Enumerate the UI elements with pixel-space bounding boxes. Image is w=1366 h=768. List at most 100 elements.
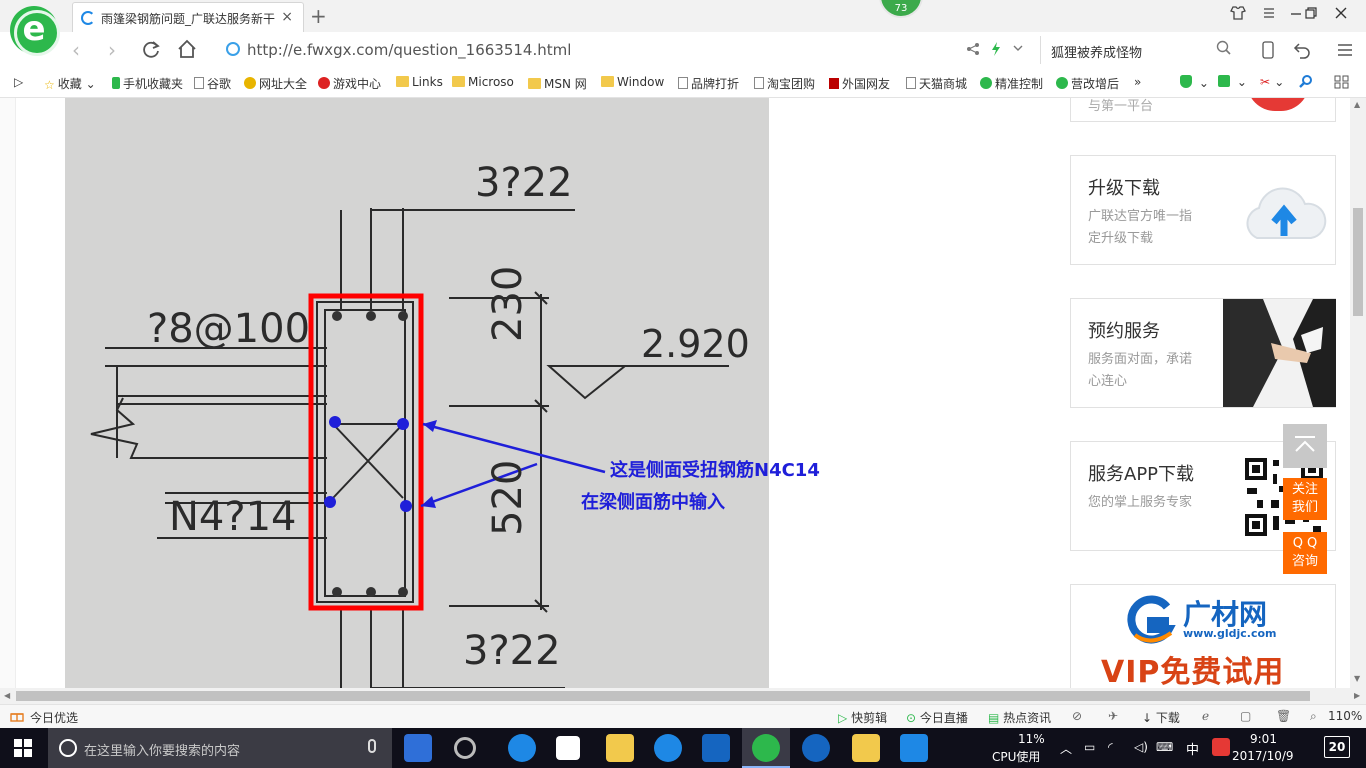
gldjc-ad-card[interactable]: 广材网 www.gldjc.com VIP免费试用 — [1070, 584, 1336, 688]
menu-icon[interactable] — [1262, 6, 1276, 24]
home-icon[interactable] — [176, 38, 198, 65]
zoom-search-icon[interactable] — [1298, 75, 1314, 92]
window-icon[interactable]: ▢ — [1240, 709, 1251, 723]
horizontal-scrollbar[interactable]: ◀ ▶ — [0, 688, 1366, 704]
bookmark-item[interactable]: 品牌打折 — [678, 75, 739, 92]
lightning-icon[interactable] — [990, 41, 1002, 60]
bookmark-item[interactable]: 天猫商城 — [906, 75, 967, 92]
bookmark-item[interactable]: 淘宝团购 — [754, 75, 815, 92]
sogou-icon[interactable] — [1212, 738, 1230, 756]
bookmark-item[interactable]: 营改增后 — [1056, 75, 1119, 92]
bookmark-item[interactable]: 手机收藏夹 — [112, 75, 183, 92]
partial-card[interactable]: 与第一平台 — [1070, 98, 1336, 122]
reload-icon[interactable] — [140, 38, 162, 65]
bookmark-item[interactable]: 精准控制 — [980, 75, 1043, 92]
vertical-scrollbar[interactable]: ▲ ▼ — [1350, 98, 1366, 688]
folder-icon — [601, 76, 614, 87]
glodon-icon[interactable] — [702, 734, 730, 762]
taskbar-search-box[interactable]: 在这里输入你要搜索的内容 — [48, 728, 392, 768]
bookmark-item[interactable]: 外国网友 — [829, 75, 890, 92]
battery-icon[interactable]: ▭ — [1084, 740, 1095, 754]
zoom-icon[interactable]: ⌕ — [1310, 709, 1317, 724]
trash-icon[interactable]: 🗑 — [1276, 709, 1291, 723]
edge-browser-icon[interactable] — [508, 734, 536, 762]
microphone-icon[interactable] — [368, 739, 376, 753]
tools-icon[interactable]: ✈ — [1108, 709, 1118, 723]
bookmark-item[interactable]: MSN 网 — [528, 75, 587, 92]
restore-button[interactable] — [1304, 6, 1318, 24]
share-icon[interactable] — [966, 42, 980, 59]
move-app-icon[interactable] — [900, 734, 928, 762]
card-title: 升级下载 — [1088, 178, 1160, 199]
url-text[interactable]: http://e.fwxgx.com/question_1663514.html — [247, 41, 571, 59]
app-g-icon[interactable] — [454, 737, 476, 759]
scissors-icon[interactable]: ✂ ⌄ — [1260, 75, 1284, 89]
tab-active[interactable]: 雨篷梁钢筋问题_广联达服务新干 × — [72, 2, 304, 32]
search-box[interactable]: 狐狸被养成怪物 — [1040, 36, 1240, 64]
sidebar-toggle-icon[interactable]: ▷ — [14, 75, 23, 89]
appointment-service-card[interactable]: 预约服务 服务面对面，承诺心连心 — [1070, 298, 1336, 408]
qq-consult-button[interactable]: Q Q 咨询 — [1283, 532, 1327, 574]
search-input[interactable]: 狐狸被养成怪物 — [1051, 42, 1142, 61]
mobile-icon[interactable] — [1262, 41, 1274, 62]
vertical-scrollbar-thumb[interactable] — [1353, 208, 1363, 316]
horizontal-scrollbar-thumb[interactable] — [16, 691, 1310, 701]
hamburger-menu-icon[interactable] — [1336, 41, 1354, 62]
zoom-level[interactable]: 110% — [1328, 709, 1362, 723]
forward-button[interactable]: › — [108, 38, 116, 62]
close-window-button[interactable] — [1334, 6, 1348, 24]
follow-us-button[interactable]: 关注 我们 — [1283, 478, 1327, 520]
shirt-skin-icon[interactable] — [1230, 6, 1246, 24]
minimize-button[interactable] — [1290, 6, 1302, 24]
more-bookmarks-icon[interactable]: » — [1134, 75, 1141, 89]
upgrade-download-card[interactable]: 升级下载 广联达官方唯一指定升级下载 — [1070, 155, 1336, 265]
keyboard-icon[interactable]: ⌨ — [1156, 740, 1173, 754]
bookmark-item[interactable]: Window — [601, 75, 664, 89]
shield-icon[interactable]: ⌄ — [1180, 75, 1209, 90]
back-to-top-button[interactable] — [1283, 424, 1327, 468]
bookmark-item[interactable]: 游戏中心 — [318, 75, 381, 92]
store-icon[interactable] — [556, 736, 580, 760]
browser-logo-icon[interactable]: e — [10, 6, 60, 56]
bottom-rebar-label: 3?22 — [463, 628, 561, 674]
feedback-icon[interactable]: ⊘ — [1072, 709, 1082, 723]
bookmark-item[interactable]: 网址大全 — [244, 75, 307, 92]
news-item[interactable]: ▤ 热点资讯 — [988, 709, 1051, 726]
clock-date[interactable]: 2017/10/9 — [1232, 749, 1294, 763]
gldjc-logo-icon — [1121, 595, 1181, 648]
windows-start-icon[interactable] — [14, 739, 32, 757]
chevron-down-icon[interactable] — [1012, 42, 1024, 57]
browser-app-icon[interactable] — [752, 734, 780, 762]
taskbar-search-input[interactable]: 在这里输入你要搜索的内容 — [84, 740, 240, 759]
ie-mode-icon[interactable]: ℯ — [1202, 709, 1209, 723]
bookmark-item[interactable]: 谷歌 — [194, 75, 231, 92]
taskbar-active-app[interactable] — [742, 728, 790, 768]
live-item[interactable]: ⊙ 今日直播 — [906, 709, 968, 726]
apps-grid-icon[interactable] — [1334, 75, 1350, 92]
today-picks-link[interactable]: 今日优选 — [30, 709, 78, 726]
ime-indicator[interactable]: 中 — [1186, 739, 1199, 758]
task-view-icon[interactable] — [404, 734, 432, 762]
bookmark-item[interactable]: Links — [396, 75, 443, 89]
bookmark-item[interactable]: ☆ 收藏 ⌄ — [44, 75, 96, 92]
file-explorer-icon[interactable] — [606, 734, 634, 762]
notes-icon[interactable] — [852, 734, 880, 762]
volume-icon[interactable]: ◁) — [1134, 740, 1148, 754]
ie-browser-icon[interactable] — [654, 734, 682, 762]
back-button[interactable]: ‹ — [72, 38, 80, 62]
translate-icon[interactable]: ⌄ — [1218, 75, 1247, 89]
undo-icon[interactable] — [1292, 41, 1314, 62]
new-tab-button[interactable]: + — [310, 4, 327, 28]
wifi-icon[interactable]: ◜ — [1108, 740, 1113, 754]
address-bar[interactable]: http://e.fwxgx.com/question_1663514.html — [220, 36, 1040, 64]
bookmark-item[interactable]: Microso — [452, 75, 514, 89]
tab-close-button[interactable]: × — [281, 9, 293, 25]
glodon-app-icon[interactable] — [802, 734, 830, 762]
download-item[interactable]: ↓ 下载 — [1142, 709, 1180, 726]
notification-center-icon[interactable]: 20 — [1324, 736, 1350, 758]
notification-badge[interactable]: 73 — [879, 0, 923, 18]
clock-time[interactable]: 9:01 — [1250, 732, 1277, 746]
video-edit-item[interactable]: ▷ 快剪辑 — [838, 709, 887, 726]
search-icon[interactable] — [1216, 40, 1232, 60]
tray-chevron-icon[interactable]: ︿ — [1060, 740, 1072, 757]
